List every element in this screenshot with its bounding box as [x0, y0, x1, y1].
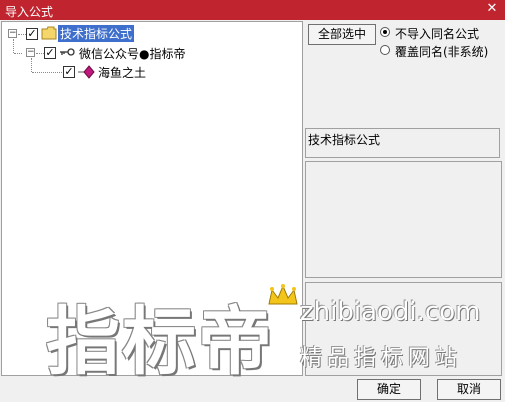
radio-no-import-label[interactable]: 不导入同名公式 [395, 25, 479, 42]
ok-button[interactable]: 确定 [357, 379, 421, 400]
key-icon [59, 47, 75, 62]
window-title: 导入公式 [5, 5, 54, 19]
tree-node-root[interactable]: − ✓ 技术指标公式 [6, 25, 206, 43]
tree-connector [14, 53, 22, 54]
category-display: 技术指标公式 [305, 128, 500, 158]
leaf-checkbox[interactable]: ✓ [63, 66, 75, 78]
description-box [305, 161, 502, 278]
folder-icon [41, 26, 57, 43]
import-formula-dialog: 导入公式 ✕ − ✓ 技术指标公式 − ✓ 微信公众号●指标帝 ✓ 海鱼之土 全… [0, 0, 505, 402]
tree-leaf-label[interactable]: 海鱼之土 [98, 64, 146, 81]
button-bar: 确定 取消 [0, 377, 505, 402]
crown-icon [266, 284, 300, 311]
collapse-toggle[interactable]: − [8, 29, 17, 38]
tree-node-child[interactable]: − ✓ 微信公众号●指标帝 [6, 44, 256, 62]
radio-selected-dot [383, 30, 387, 34]
radio-overwrite[interactable] [380, 45, 390, 55]
watermark-url: zhibiaodi.com [300, 297, 481, 327]
tree-connector [36, 53, 44, 54]
category-text: 技术指标公式 [308, 133, 381, 147]
collapse-toggle[interactable]: − [26, 48, 35, 57]
child-checkbox[interactable]: ✓ [44, 47, 56, 59]
tree-connector [18, 34, 26, 35]
tree-root-label[interactable]: 技术指标公式 [58, 25, 135, 42]
root-checkbox[interactable]: ✓ [26, 28, 38, 40]
tree-connector [32, 72, 62, 73]
tree-node-leaf[interactable]: ✓ 海鱼之土 [6, 63, 206, 81]
watermark-logo-text: 指标帝 [46, 299, 274, 385]
select-all-button[interactable]: 全部选中 [308, 24, 376, 45]
tree-child-label[interactable]: 微信公众号●指标帝 [79, 45, 185, 62]
cancel-button[interactable]: 取消 [437, 379, 501, 400]
radio-no-import[interactable] [380, 27, 390, 37]
radio-overwrite-label[interactable]: 覆盖同名(非系统) [395, 43, 488, 60]
title-bar: 导入公式 ✕ [0, 0, 505, 20]
watermark-tagline: 精品指标网站 [300, 346, 463, 371]
formula-icon [78, 65, 96, 82]
close-button[interactable]: ✕ [485, 2, 499, 16]
